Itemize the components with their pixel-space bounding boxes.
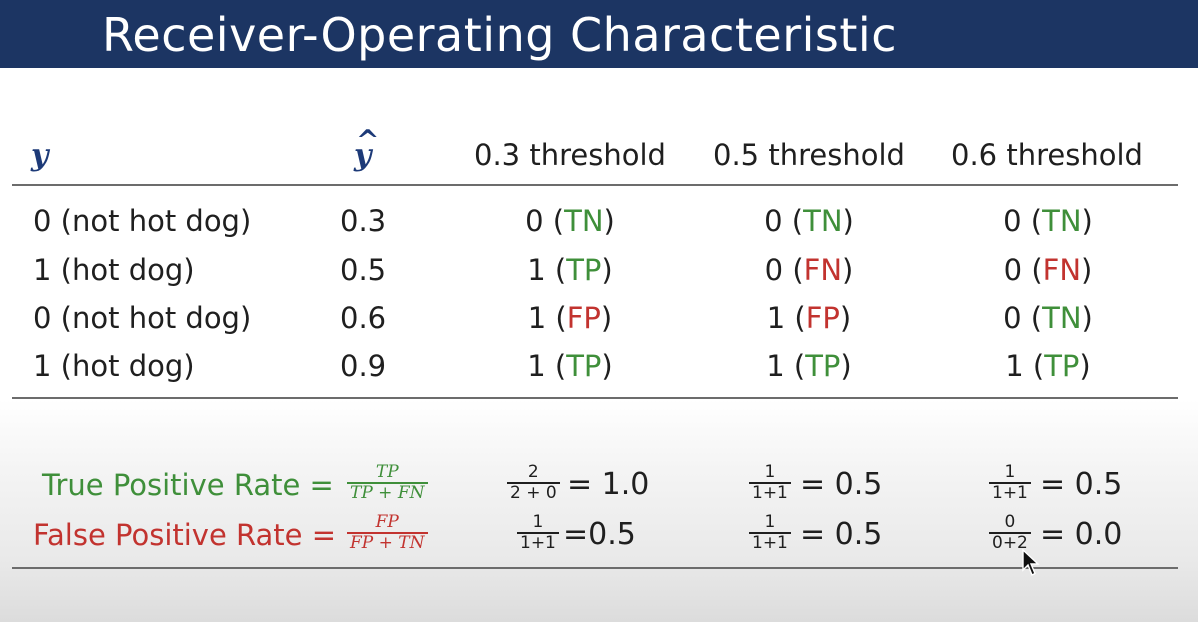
prediction-value: 0 (	[1003, 253, 1043, 287]
fraction-denominator: 2 + 0	[510, 482, 557, 503]
fraction-denominator: 1+1	[752, 532, 788, 553]
confusion-tag: TP	[805, 349, 841, 383]
confusion-tag: FP	[566, 301, 601, 335]
confusion-tag: TN	[803, 204, 843, 238]
prediction-cell: 1 (TP)	[948, 348, 1148, 384]
prediction-cell: 1 (FP)	[470, 300, 670, 336]
confusion-tag: FN	[1042, 253, 1082, 287]
fraction-denominator: 1+1	[520, 532, 556, 553]
closing-paren: )	[600, 301, 613, 335]
closing-paren: )	[842, 204, 854, 238]
header-y: y	[31, 138, 49, 173]
confusion-tag: TN	[1042, 301, 1082, 335]
confusion-tag: TP	[1044, 349, 1080, 383]
header-y-hat: ^ y	[354, 124, 379, 173]
tpr-value-fraction: 22 + 0	[507, 463, 560, 503]
prediction-value: 1 (	[527, 349, 567, 383]
closing-paren: )	[842, 253, 854, 287]
closing-paren: )	[1081, 301, 1093, 335]
prediction-cell: 0 (FN)	[709, 252, 909, 288]
fpr-value-fraction: 1 1+1	[749, 513, 791, 553]
fraction-numerator: 2	[527, 462, 539, 482]
closing-paren: )	[601, 253, 613, 287]
header-threshold-0-6: 0.6 threshold	[951, 138, 1143, 172]
row-label: 1 (hot dog)	[33, 253, 195, 287]
fpr-formula-numerator: FP	[375, 512, 399, 532]
fpr-label: False Positive Rate =	[33, 518, 337, 552]
fraction-numerator: 0	[1004, 512, 1016, 532]
prediction-cell: 0 (TN)	[948, 300, 1148, 336]
row-label: 0 (not hot dog)	[33, 301, 252, 335]
row-score: 0.5	[340, 253, 387, 287]
fpr-value-result: = 0.0	[1040, 517, 1123, 552]
prediction-cell: 0 (TN)	[470, 203, 670, 239]
confusion-tag: FN	[803, 253, 843, 287]
prediction-value: 0 (	[1003, 204, 1043, 238]
fraction-denominator: 1+1	[992, 482, 1028, 503]
prediction-cell: 1 (TP)	[470, 252, 670, 288]
prediction-value: 1 (	[527, 253, 567, 287]
tpr-value-result: = 1.0	[567, 467, 650, 502]
fpr-value-fraction: 1 1+1	[517, 513, 559, 553]
prediction-cell: 0 (TN)	[709, 203, 909, 239]
fraction-denominator: 1+1	[752, 482, 788, 503]
prediction-cell: 1 (FP)	[709, 300, 909, 336]
prediction-value: 1 (	[766, 349, 806, 383]
confusion-tag: TP	[566, 349, 602, 383]
fraction-numerator: 1	[764, 512, 776, 532]
prediction-value: 0 (	[764, 204, 804, 238]
closing-paren: )	[839, 301, 852, 335]
prediction-value: 1 (	[766, 301, 806, 335]
tpr-value-result: = 0.5	[1040, 467, 1123, 502]
confusion-tag: TP	[566, 253, 602, 287]
hat-accent: ^	[356, 124, 380, 157]
confusion-tag: TN	[1042, 204, 1082, 238]
row-label: 0 (not hot dog)	[33, 204, 252, 238]
tpr-formula: TP TP + FN	[347, 463, 428, 503]
prediction-value: 0 (	[525, 204, 565, 238]
tpr-formula-denominator: TP + FN	[350, 482, 425, 503]
closing-paren: )	[1081, 253, 1093, 287]
row-label: 1 (hot dog)	[33, 349, 195, 383]
prediction-value: 0 (	[1003, 301, 1043, 335]
header-threshold-0-3: 0.3 threshold	[474, 138, 666, 172]
fpr-value-fraction: 0 0+2	[989, 513, 1031, 553]
row-score: 0.3	[340, 204, 387, 238]
fraction-numerator: 1	[1004, 462, 1016, 482]
tpr-value-result: = 0.5	[800, 467, 883, 502]
confusion-tag: TN	[564, 204, 604, 238]
row-score: 0.6	[340, 301, 387, 335]
confusion-tag: FP	[805, 301, 840, 335]
closing-paren: )	[1081, 204, 1093, 238]
prediction-cell: 0 (FN)	[948, 252, 1148, 288]
prediction-value: 1 (	[1005, 349, 1045, 383]
prediction-value: 1 (	[527, 301, 567, 335]
row-score: 0.9	[340, 349, 387, 383]
closing-paren: )	[603, 204, 615, 238]
table-bottom-divider	[12, 397, 1178, 399]
fpr-value-result: = 0.5	[800, 517, 883, 552]
tpr-value-fraction: 1 1+1	[989, 463, 1031, 503]
rates-bottom-divider	[12, 567, 1178, 569]
header-divider	[12, 184, 1178, 186]
closing-paren: )	[1079, 349, 1091, 383]
fpr-formula: FP FP + TN	[347, 513, 428, 553]
prediction-cell: 1 (TP)	[709, 348, 909, 384]
prediction-cell: 1 (TP)	[470, 348, 670, 384]
tpr-label: True Positive Rate =	[42, 468, 334, 502]
header-threshold-0-5: 0.5 threshold	[713, 138, 905, 172]
tpr-formula-numerator: TP	[375, 462, 399, 482]
tpr-value-fraction: 1 1+1	[749, 463, 791, 503]
mouse-pointer-icon	[1022, 549, 1040, 576]
fpr-formula-denominator: FP + TN	[350, 532, 425, 553]
closing-paren: )	[840, 349, 852, 383]
closing-paren: )	[601, 349, 613, 383]
fraction-numerator: 1	[532, 512, 544, 532]
roc-table: y ^ y 0.3 threshold 0.5 threshold 0.6 th…	[0, 0, 1198, 622]
prediction-cell: 0 (TN)	[948, 203, 1148, 239]
fpr-value-result: =0.5	[563, 517, 636, 552]
prediction-value: 0 (	[764, 253, 804, 287]
fraction-numerator: 1	[764, 462, 776, 482]
